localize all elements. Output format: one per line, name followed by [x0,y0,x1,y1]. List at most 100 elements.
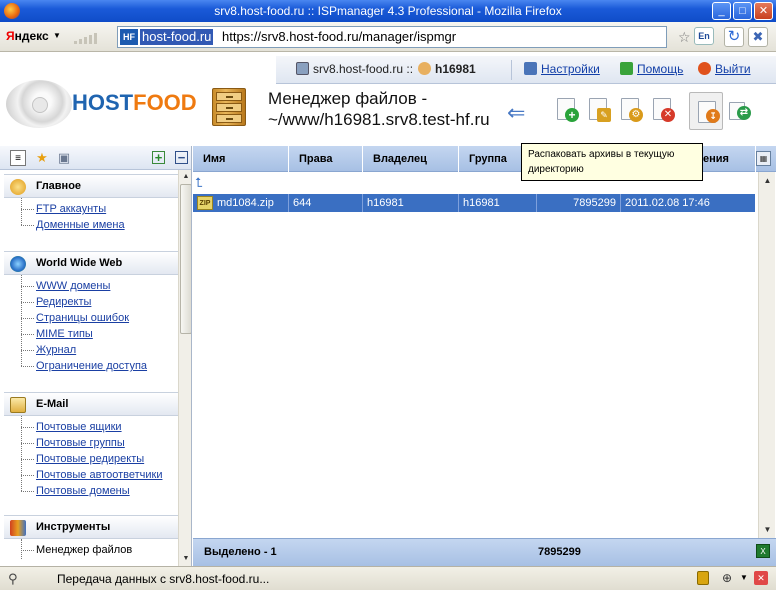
top-navigation: srv8.host-food.ru :: h16981 Настройки По… [276,56,776,84]
scroll-down-icon[interactable]: ▼ [761,523,774,536]
help-icon [620,62,633,75]
yandex-logo-letter: Я [6,29,15,43]
sidebar-group-header[interactable]: Главное [4,174,178,198]
cell-permissions: 644 [289,194,363,212]
selected-count: Выделено - 1 [204,546,277,558]
close-button[interactable]: ✕ [754,2,773,20]
favorites-star-icon[interactable]: ★ [34,150,50,166]
page-title: Менеджер файлов - ~/www/h16981.srv8.test… [268,89,490,129]
collapse-all-icon[interactable]: − [175,151,188,164]
scroll-up-icon[interactable]: ▲ [180,171,191,183]
sidebar-item-mail-groups[interactable]: Почтовые группы [4,435,178,451]
edit-button[interactable]: ✎ [583,96,613,128]
create-button[interactable]: + [551,96,581,128]
table-row[interactable]: ZIP md1084.zip 644 h16981 h16981 7895299… [193,194,755,212]
properties-button[interactable]: ⚙ [615,96,645,128]
selected-size-total: 7895299 [538,546,581,558]
site-favicon: HF [120,29,138,45]
logout-link[interactable]: Выйти [698,62,751,76]
briefcase-icon[interactable]: ▣ [56,150,72,166]
delete-icon: ✕ [661,108,675,122]
sidebar-toolbar: ≡ ★ ▣ + − [0,146,191,170]
addon-icon[interactable]: ✕ [754,571,768,585]
sidebar-item-mime-types[interactable]: MIME типы [4,326,178,342]
logo-plate-icon [6,80,72,128]
column-owner[interactable]: Владелец [363,146,459,172]
chevron-down-icon[interactable]: ▼ [53,31,61,40]
zoom-icon[interactable]: ⊕ [722,571,732,585]
user-icon [418,62,431,75]
sidebar-item-mailboxes[interactable]: Почтовые ящики [4,419,178,435]
home-icon [10,179,26,195]
sidebar: ≡ ★ ▣ + − Главное FTP аккаунты Доменные … [0,146,192,566]
bookmark-star-icon[interactable]: ☆ [678,29,691,46]
power-icon [698,62,711,75]
signal-icon [74,32,104,44]
table-footer: Выделено - 1 7895299 X [193,538,776,566]
scrollbar-thumb[interactable] [180,184,191,334]
maximize-button[interactable]: □ [733,2,752,20]
sidebar-item-autoresponders[interactable]: Почтовые автоответчики [4,467,178,483]
scroll-down-icon[interactable]: ▼ [180,553,191,565]
search-icon[interactable]: ⚲ [8,571,18,587]
back-button[interactable]: ⇐ [505,96,535,128]
sidebar-item-ftp-accounts[interactable]: FTP аккаунты [4,201,178,217]
url-identity-host[interactable]: host-food.ru [140,29,214,45]
column-settings-icon[interactable]: ▦ [756,151,771,166]
minimize-button[interactable]: _ [712,2,731,20]
plus-icon: + [565,108,579,122]
tooltip: Распаковать архивы в текущую директорию [521,143,703,181]
cell-size: 7895299 [537,194,621,212]
sidebar-item-redirects[interactable]: Редиректы [4,294,178,310]
parent-directory-icon[interactable]: ⮤ [195,176,211,190]
cell-modified: 2011.02.08 17:46 [625,197,710,209]
column-name[interactable]: Имя [193,146,289,172]
column-permissions[interactable]: Права [289,146,363,172]
reload-icon[interactable]: ↻ [724,27,744,47]
sidebar-scrollbar[interactable]: ▲ ▼ [178,170,191,566]
sidebar-group-header[interactable]: E-Mail [4,392,178,416]
url-bar[interactable]: HF host-food.ru https://srv8.host-food.r… [117,26,667,48]
cell-name: md1084.zip [213,194,289,212]
settings-link[interactable]: Настройки [524,62,600,76]
list-view-icon[interactable]: ≡ [10,150,26,166]
sidebar-item-www-domains[interactable]: WWW домены [4,278,178,294]
unpack-icon: ↧ [706,109,720,123]
upload-button[interactable]: ⇄ [725,96,755,128]
browser-toolbar: Яндекс ▼ HF host-food.ru https://srv8.ho… [0,22,776,52]
pencil-icon: ✎ [597,108,611,122]
sidebar-item-error-pages[interactable]: Страницы ошибок [4,310,178,326]
sidebar-group-email: E-Mail Почтовые ящики Почтовые группы По… [4,392,178,499]
sidebar-group-tools: Инструменты Менеджер файлов [4,515,178,559]
unpack-archive-button[interactable]: ↧ [689,92,723,130]
language-icon[interactable]: En [694,27,714,45]
sidebar-item-mail-redirects[interactable]: Почтовые редиректы [4,451,178,467]
url-text[interactable]: https://srv8.host-food.ru/manager/ispmgr [222,29,456,45]
stop-icon[interactable]: ✖ [748,27,768,47]
sidebar-group-header[interactable]: World Wide Web [4,251,178,275]
chevron-down-icon[interactable]: ▼ [740,573,748,582]
sidebar-item-file-manager[interactable]: Менеджер файлов [4,542,178,558]
sidebar-item-domain-names[interactable]: Доменные имена [4,217,178,233]
cell-owner: h16981 [363,194,459,212]
server-icon [296,62,309,75]
lock-icon[interactable] [697,571,709,585]
browser-statusbar: ⚲ Передача данных с srv8.host-food.ru...… [0,566,776,590]
sidebar-item-access-restriction[interactable]: Ограничение доступа [4,358,178,374]
sidebar-group-header[interactable]: Инструменты [4,515,178,539]
upload-arrow-icon: ⇄ [737,106,751,120]
delete-button[interactable]: ✕ [647,96,677,128]
help-link[interactable]: Помощь [620,62,683,76]
yandex-logo-text: ндекс [14,29,49,43]
yandex-search-button[interactable]: Яндекс [6,29,49,43]
file-cabinet-icon [208,84,252,128]
globe-icon [10,256,26,272]
sidebar-item-mail-domains[interactable]: Почтовые домены [4,483,178,499]
scroll-up-icon[interactable]: ▲ [761,174,774,187]
table-scrollbar[interactable]: ▲ ▼ [758,172,775,538]
excel-export-icon[interactable]: X [756,544,770,558]
tools-icon [10,520,26,536]
expand-all-icon[interactable]: + [152,151,165,164]
sidebar-item-log[interactable]: Журнал [4,342,178,358]
gear-icon: ⚙ [629,108,643,122]
